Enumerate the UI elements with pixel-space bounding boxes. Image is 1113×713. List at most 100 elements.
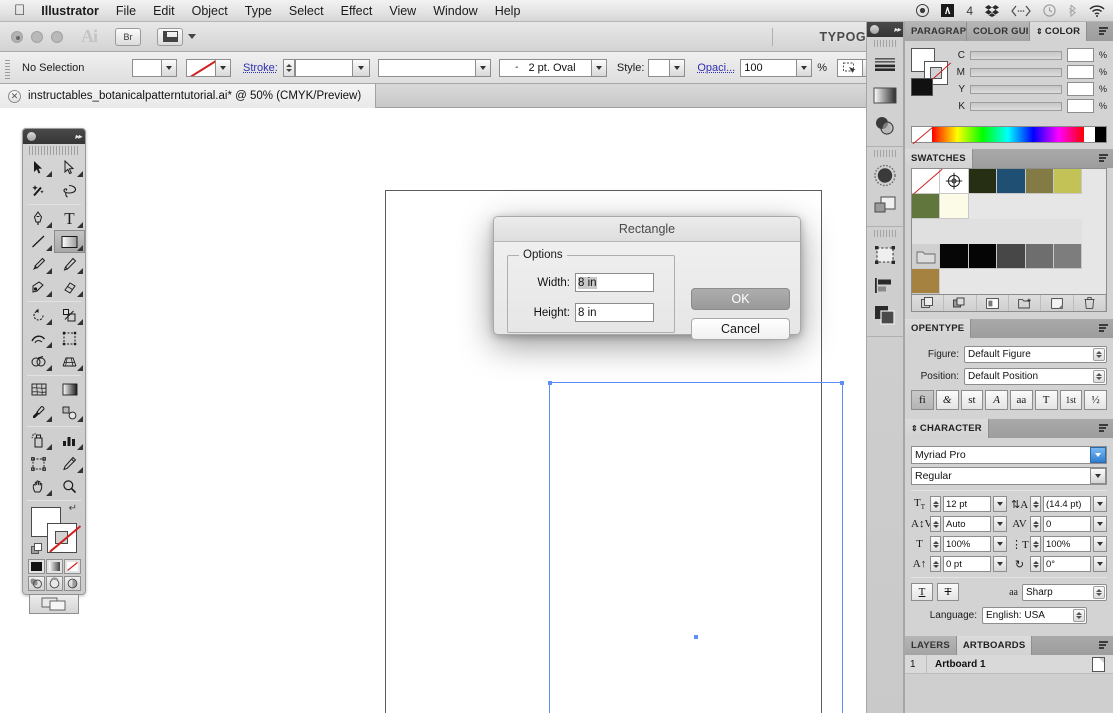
menu-object[interactable]: Object <box>192 4 228 18</box>
appearance-icon[interactable] <box>867 160 903 190</box>
list-item[interactable]: 1 Artboard 1 <box>905 655 1113 674</box>
draw-behind-button[interactable] <box>45 576 63 591</box>
position-stepper[interactable] <box>1093 370 1105 383</box>
font-size-field[interactable]: 12 pt <box>943 496 991 512</box>
graphic-styles-icon[interactable] <box>867 190 903 220</box>
swatch-black-2[interactable] <box>968 244 998 269</box>
shape-builder-tool[interactable] <box>23 350 54 373</box>
antialias-select[interactable]: Sharp <box>1022 583 1107 601</box>
character-panel-menu-button[interactable] <box>1099 419 1113 438</box>
swatch-steel-blue[interactable] <box>997 169 1026 194</box>
selection-handle[interactable] <box>840 381 844 385</box>
tab-paragraph[interactable]: PARAGRAPH <box>905 22 967 41</box>
contextual-alternates-button[interactable]: & <box>935 390 959 410</box>
new-color-group-icon[interactable] <box>1009 295 1042 311</box>
color-panel-menu-button[interactable] <box>1099 22 1113 41</box>
adobe-cc-icon[interactable] <box>941 4 955 17</box>
stroke-weight-dropdown[interactable] <box>352 58 370 77</box>
dock-collapse-dot[interactable] <box>870 25 879 34</box>
swatch-mid-gray[interactable] <box>1025 244 1054 269</box>
scale-tool[interactable] <box>54 304 85 327</box>
tracking-control[interactable]: AV 0 <box>1011 516 1107 532</box>
spectrum-none-swatch[interactable] <box>912 127 932 142</box>
tracking-stepper[interactable] <box>1030 516 1041 532</box>
color-mode-button[interactable] <box>27 559 45 574</box>
eyedropper-tool[interactable] <box>23 401 54 424</box>
leading-field[interactable]: (14.4 pt) <box>1043 496 1091 512</box>
black-proxy-swatch[interactable] <box>911 78 933 96</box>
ordinals-button[interactable]: 1st <box>1059 390 1083 410</box>
fill-dropdown-button[interactable] <box>162 58 177 77</box>
menu-type[interactable]: Type <box>245 4 272 18</box>
fill-swatch[interactable] <box>132 58 162 77</box>
double-chevron-icon[interactable]: ▸▸ <box>75 132 82 141</box>
stroke-profile-control[interactable] <box>377 58 491 77</box>
page-icon[interactable] <box>1092 656 1105 672</box>
rectangle-tool[interactable] <box>54 230 85 253</box>
baseline-shift-control[interactable]: A↑ 0 pt <box>911 556 1007 572</box>
swatch-olive-tan[interactable] <box>1025 169 1054 194</box>
underline-button[interactable]: T <box>911 583 933 601</box>
tab-layers[interactable]: LAYERS <box>905 636 957 655</box>
canvas-area[interactable] <box>0 108 866 713</box>
channel-value-y[interactable] <box>1066 82 1094 96</box>
standard-ligatures-button[interactable]: fi <box>911 390 934 410</box>
menu-select[interactable]: Select <box>289 4 324 18</box>
kerning-stepper[interactable] <box>930 516 941 532</box>
baseline-shift-field[interactable]: 0 pt <box>943 556 991 572</box>
close-window-button[interactable] <box>11 30 23 43</box>
language-select[interactable]: English: USA <box>982 607 1087 624</box>
none-mode-button[interactable] <box>63 559 81 574</box>
direct-selection-tool[interactable] <box>54 156 85 179</box>
color-spectrum-bar[interactable] <box>911 126 1107 143</box>
font-family-select[interactable]: Myriad Pro <box>911 446 1107 464</box>
control-bar-grip[interactable] <box>3 56 12 79</box>
swatch-group-folder[interactable] <box>912 244 941 269</box>
graphic-style-dropdown[interactable] <box>670 58 686 77</box>
opacity-field[interactable]: 100 <box>740 58 798 77</box>
tools-panel-header[interactable]: ▸▸ <box>23 129 85 144</box>
swatch-dark-gray[interactable] <box>997 244 1026 269</box>
transparency-icon[interactable] <box>867 110 903 140</box>
magic-wand-tool[interactable] <box>23 179 54 202</box>
vertical-scale-stepper[interactable] <box>930 536 941 552</box>
artboards-panel-menu-button[interactable] <box>1099 636 1113 655</box>
gradient-mode-button[interactable] <box>45 559 63 574</box>
font-size-control[interactable]: TT 12 pt <box>911 496 1007 512</box>
artboard-name[interactable]: Artboard 1 <box>927 659 1092 670</box>
artboard-tool[interactable] <box>23 452 54 475</box>
free-transform-tool[interactable] <box>54 327 85 350</box>
menu-effect[interactable]: Effect <box>341 4 373 18</box>
fractions-button[interactable]: ½ <box>1084 390 1107 410</box>
opacity-label[interactable]: Opaci... <box>697 62 735 74</box>
channel-slider-y[interactable] <box>970 84 1062 94</box>
swatch-gray[interactable] <box>1053 244 1083 269</box>
graphic-style-control[interactable] <box>648 58 686 77</box>
swatch-yellow-green[interactable] <box>1053 169 1083 194</box>
vertical-scale-field[interactable]: 100% <box>943 536 991 552</box>
swatch-cream[interactable] <box>940 194 969 219</box>
strikethrough-button[interactable]: T <box>937 583 959 601</box>
width-tool[interactable] <box>23 327 54 350</box>
paragraph-styles-icon[interactable] <box>867 50 903 80</box>
bridge-button[interactable]: Br <box>115 27 141 46</box>
lasso-tool[interactable] <box>54 179 85 202</box>
menu-illustrator[interactable]: Illustrator <box>41 4 99 18</box>
channel-value-c[interactable] <box>1066 48 1094 62</box>
horizontal-scale-field[interactable]: 100% <box>1043 536 1091 552</box>
kerning-dropdown[interactable] <box>993 516 1007 532</box>
menu-edit[interactable]: Edit <box>153 4 175 18</box>
record-icon[interactable] <box>916 4 930 17</box>
wifi-icon[interactable] <box>1089 4 1105 17</box>
delete-swatch-icon[interactable] <box>1074 295 1106 311</box>
blend-tool[interactable] <box>54 401 85 424</box>
tools-collapse-dot[interactable] <box>27 132 36 141</box>
channel-value-m[interactable] <box>1066 65 1094 79</box>
character-rotation-dropdown[interactable] <box>1093 556 1107 572</box>
swatches-panel-menu-button[interactable] <box>1099 149 1113 168</box>
tab-artboards[interactable]: ARTBOARDS <box>956 636 1033 655</box>
channel-slider-k[interactable] <box>970 101 1062 111</box>
channel-slider-m[interactable] <box>970 67 1062 77</box>
swatch-dark-olive[interactable] <box>968 169 998 194</box>
figure-select[interactable]: Default Figure <box>964 346 1107 363</box>
